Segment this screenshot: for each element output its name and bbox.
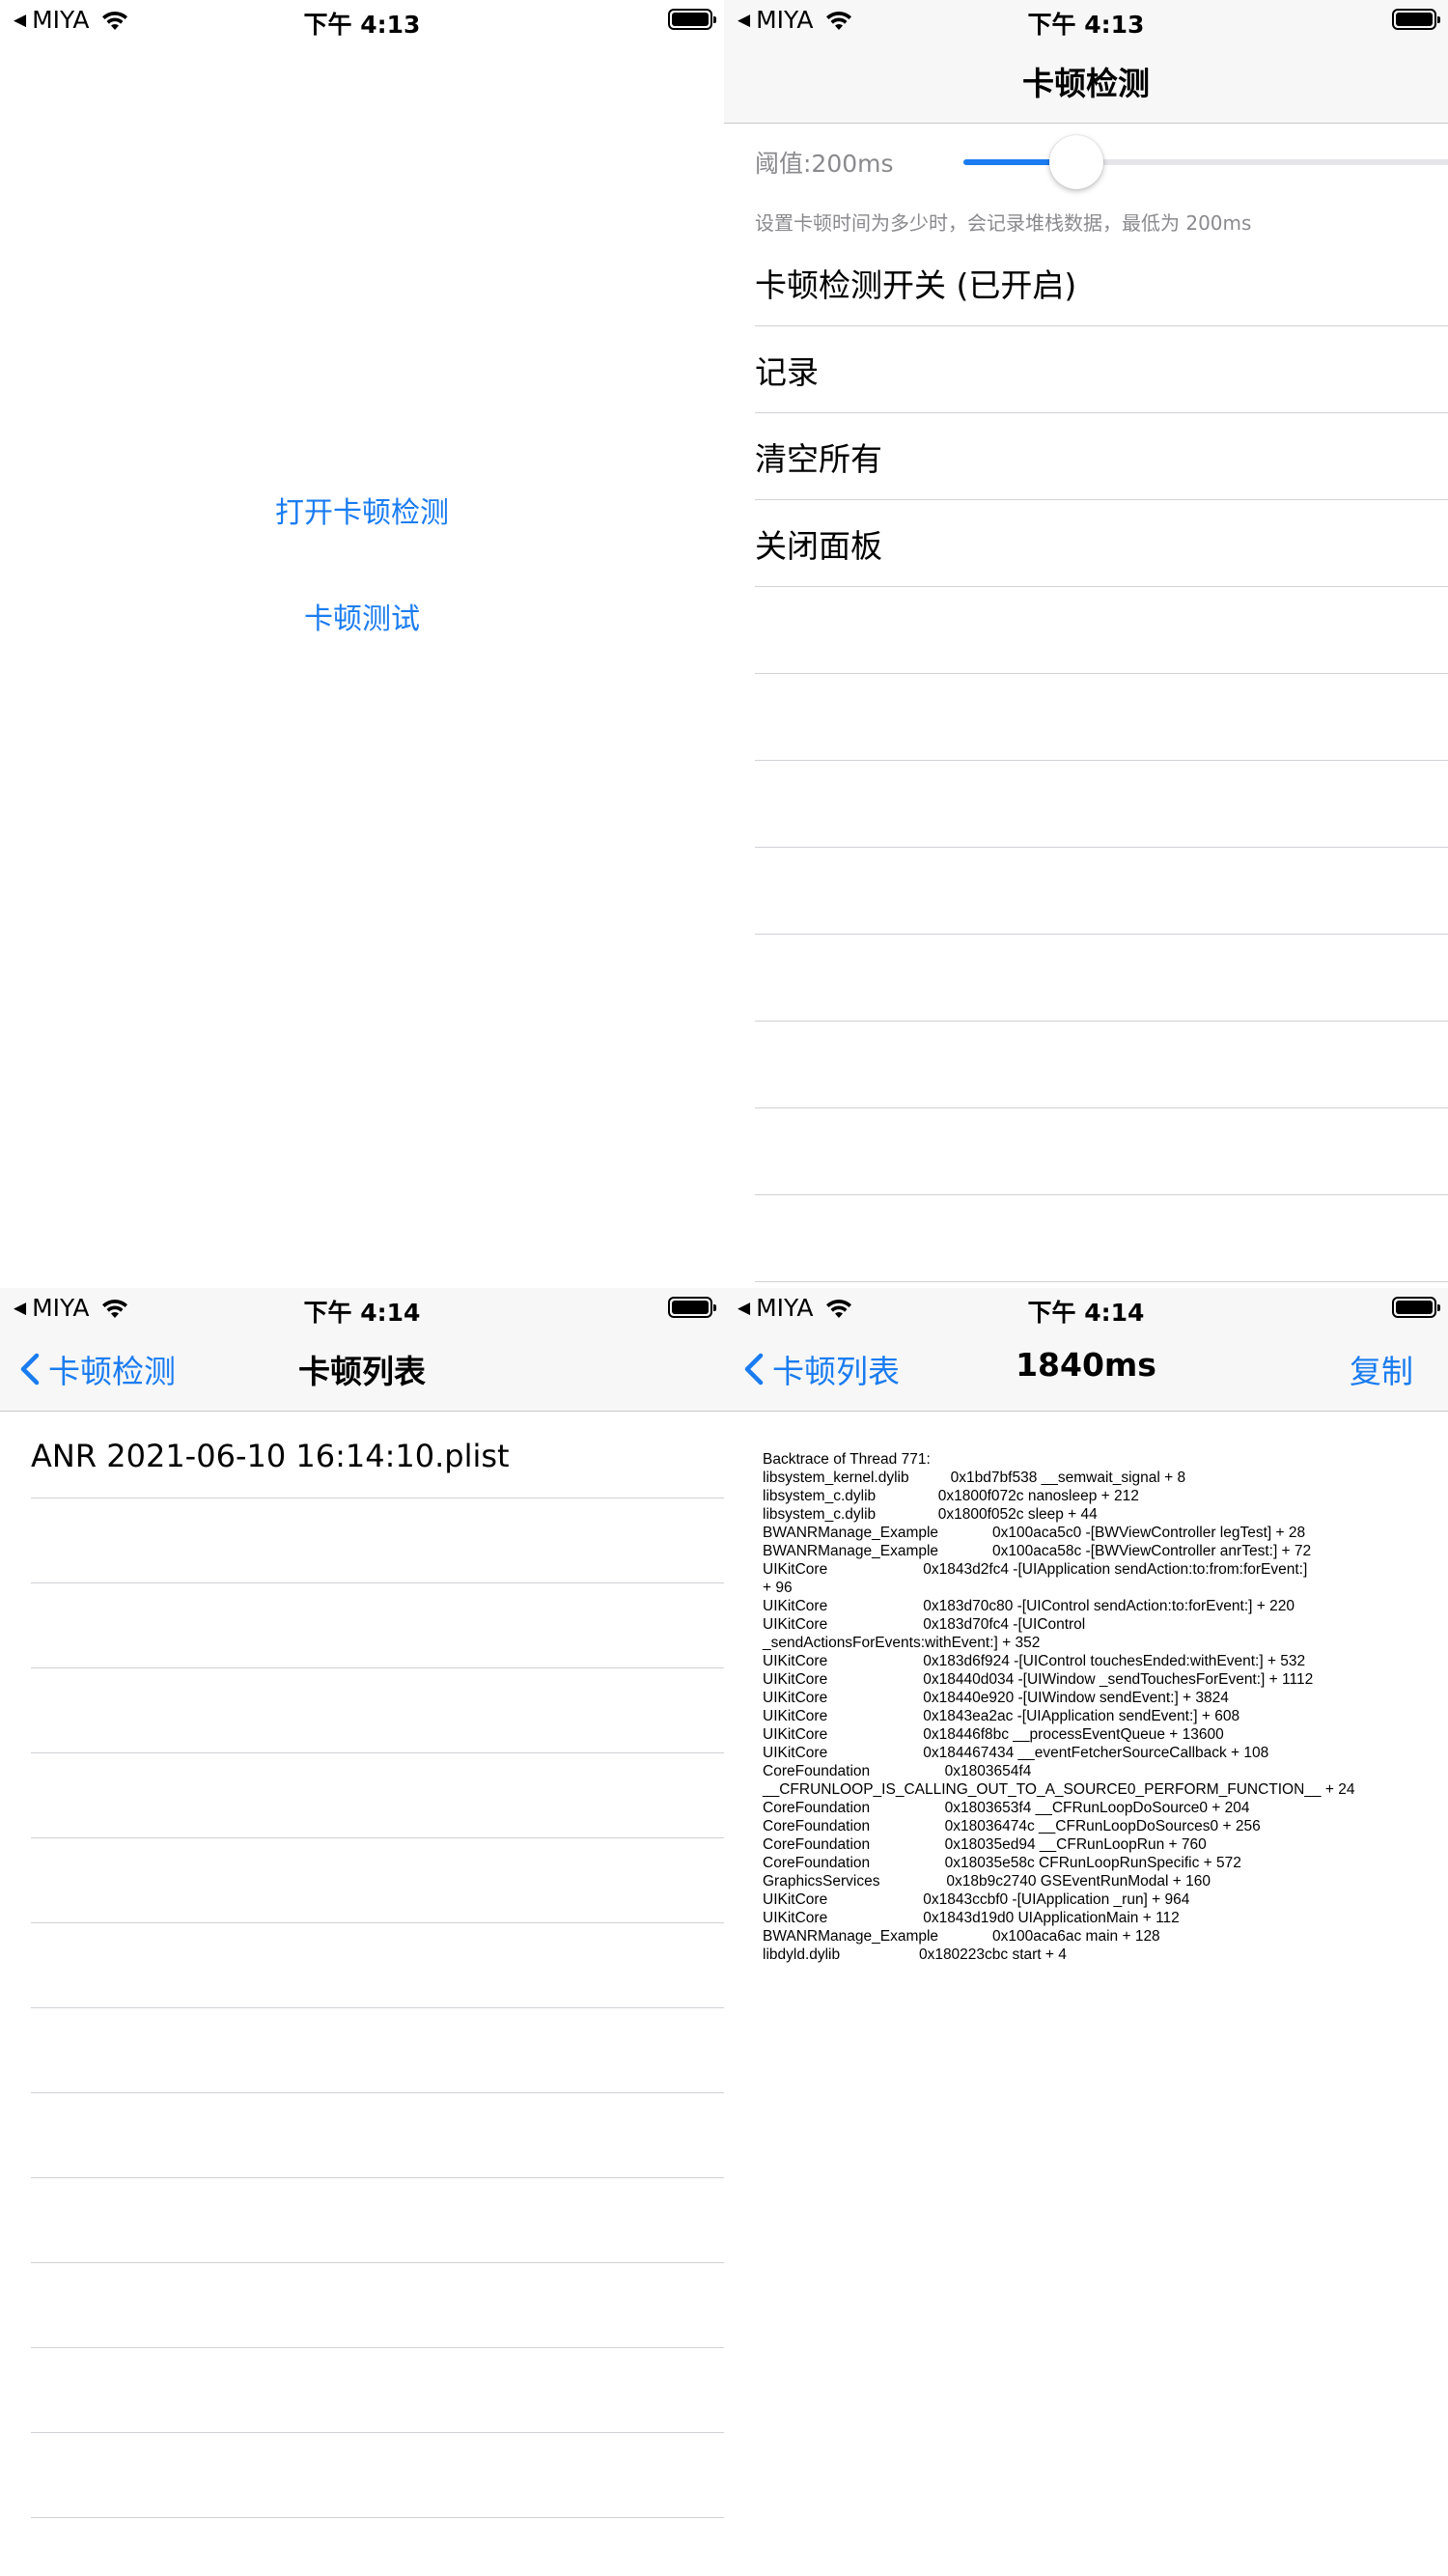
anr-file-list: ANR 2021-06-10 16:14:10.plist — [31, 1414, 724, 2518]
status-bar: ◀ MIYA 下午 4:13 — [0, 0, 724, 39]
status-time: 下午 4:13 — [1027, 11, 1145, 39]
backtrace-line: UIKitCore 0x18440e920 -[UIWindow sendEve… — [763, 1690, 1229, 1706]
status-bar: ◀ MIYA 下午 4:14 — [724, 1288, 1448, 1327]
empty-row — [31, 2263, 724, 2348]
status-time: 下午 4:14 — [1027, 1299, 1145, 1327]
anr-detection-panel-screen: 卡顿检测 ◀ MIYA 下午 4:13 阈值:200ms 设置卡顿时间为多少时，… — [724, 0, 1448, 1288]
threshold-row: 阈值:200ms — [755, 135, 1448, 189]
backtrace-line: UIKitCore 0x1843d2fc4 -[UIApplication se… — [763, 1561, 1308, 1578]
empty-row — [31, 2433, 724, 2518]
threshold-hint: 设置卡顿时间为多少时，会记录堆栈数据，最低为 200ms — [755, 211, 1252, 235]
status-time: 下午 4:13 — [303, 11, 421, 39]
backtrace-line: libdyld.dylib 0x180223cbc start + 4 — [763, 1946, 1067, 1963]
close-panel-item[interactable]: 关闭面板 — [755, 500, 1448, 587]
empty-row — [31, 2348, 724, 2433]
copy-button[interactable]: 复制 — [1350, 1346, 1413, 1392]
status-time: 下午 4:14 — [303, 1299, 421, 1327]
empty-row — [31, 2178, 724, 2263]
empty-row — [755, 1022, 1448, 1108]
page-title: 卡顿检测 — [1022, 65, 1150, 102]
records-item[interactable]: 记录 — [755, 326, 1448, 413]
backtrace-line: libsystem_c.dylib 0x1800f072c nanosleep … — [763, 1488, 1139, 1504]
backtrace-line: UIKitCore 0x183d6f924 -[UIControl touche… — [763, 1653, 1306, 1669]
backtrace-line: GraphicsServices 0x18b9c2740 GSEventRunM… — [763, 1873, 1211, 1890]
empty-row — [31, 1498, 724, 1583]
clear-all-item[interactable]: 清空所有 — [755, 413, 1448, 500]
anr-list-screen: 卡顿检测 卡顿列表 ◀ MIYA 下午 4:14 ANR 2021-06-10 … — [0, 1288, 724, 2576]
backtrace-line: UIKitCore 0x184467434 __eventFetcherSour… — [763, 1745, 1269, 1761]
backtrace-line: UIKitCore 0x1843d19d0 UIApplicationMain … — [763, 1910, 1180, 1926]
page-title: 1840ms — [1016, 1346, 1156, 1384]
empty-row — [755, 1108, 1448, 1195]
empty-row — [31, 1753, 724, 1838]
empty-row — [31, 2093, 724, 2178]
empty-row — [755, 848, 1448, 935]
backtrace-line: _sendActionsForEvents:withEvent:] + 352 — [763, 1635, 1041, 1651]
backtrace-line: CoreFoundation 0x18035e58c CFRunLoopRunS… — [763, 1855, 1241, 1871]
backtrace-line: + 96 — [763, 1580, 793, 1596]
threshold-slider[interactable] — [963, 135, 1448, 189]
backtrace-line: BWANRManage_Example 0x100aca6ac main + 1… — [763, 1928, 1160, 1945]
status-bar: ◀ MIYA 下午 4:14 — [0, 1288, 724, 1327]
backtrace-line: __CFRUNLOOP_IS_CALLING_OUT_TO_A_SOURCE0_… — [763, 1781, 1355, 1798]
backtrace-line: CoreFoundation 0x1803654f4 — [763, 1763, 1032, 1779]
empty-row — [755, 1195, 1448, 1282]
empty-row — [755, 587, 1448, 674]
backtrace-line: CoreFoundation 0x18035ed94 __CFRunLoopRu… — [763, 1836, 1207, 1853]
backtrace-line: UIKitCore 0x1843ea2ac -[UIApplication se… — [763, 1708, 1240, 1724]
home-screen: ◀ MIYA 下午 4:13 打开卡顿检测 卡顿测试 — [0, 0, 724, 1288]
panel-menu: 卡顿检测开关 (已开启) 记录 清空所有 关闭面板 — [755, 239, 1448, 1282]
backtrace-line: UIKitCore 0x183d70c80 -[UIControl sendAc… — [763, 1598, 1295, 1614]
anr-detail-screen: 卡顿列表 1840ms 复制 ◀ MIYA 下午 4:14 Backtrace … — [724, 1288, 1448, 2576]
empty-row — [31, 1583, 724, 1668]
backtrace-line: Backtrace of Thread 771: — [763, 1451, 931, 1468]
toggle-detection-item[interactable]: 卡顿检测开关 (已开启) — [755, 239, 1448, 326]
empty-row — [31, 2008, 724, 2093]
empty-row — [755, 761, 1448, 848]
empty-row — [31, 1668, 724, 1753]
anr-test-button[interactable]: 卡顿测试 — [0, 595, 724, 637]
backtrace-line: UIKitCore 0x18440d034 -[UIWindow _sendTo… — [763, 1671, 1314, 1688]
empty-row — [755, 935, 1448, 1022]
backtrace-line: libsystem_kernel.dylib 0x1bd7bf538 __sem… — [763, 1470, 1186, 1486]
empty-row — [755, 674, 1448, 761]
empty-row — [31, 1838, 724, 1923]
threshold-label: 阈值:200ms — [755, 150, 894, 178]
backtrace-line: BWANRManage_Example 0x100aca58c -[BWView… — [763, 1543, 1312, 1559]
battery-icon — [668, 9, 716, 30]
battery-icon — [1392, 1297, 1440, 1318]
slider-thumb[interactable] — [1048, 135, 1103, 189]
backtrace-line: CoreFoundation 0x1803653f4 __CFRunLoopDo… — [763, 1800, 1250, 1816]
list-item[interactable]: ANR 2021-06-10 16:14:10.plist — [31, 1414, 724, 1498]
status-bar: ◀ MIYA 下午 4:13 — [724, 0, 1448, 39]
backtrace-line: UIKitCore 0x183d70fc4 -[UIControl — [763, 1616, 1086, 1633]
backtrace-text: Backtrace of Thread 771: libsystem_kerne… — [763, 1450, 1438, 1964]
open-anr-detection-button[interactable]: 打开卡顿检测 — [0, 489, 724, 531]
page-title: 卡顿列表 — [298, 1353, 426, 1390]
empty-row — [31, 1923, 724, 2008]
backtrace-line: UIKitCore 0x1843ccbf0 -[UIApplication _r… — [763, 1891, 1190, 1908]
battery-icon — [668, 1297, 716, 1318]
backtrace-line: BWANRManage_Example 0x100aca5c0 -[BWView… — [763, 1525, 1306, 1541]
backtrace-line: UIKitCore 0x18446f8bc __processEventQueu… — [763, 1726, 1224, 1743]
backtrace-line: CoreFoundation 0x18036474c __CFRunLoopDo… — [763, 1818, 1261, 1834]
backtrace-line: libsystem_c.dylib 0x1800f052c sleep + 44 — [763, 1506, 1098, 1523]
battery-icon — [1392, 9, 1440, 30]
